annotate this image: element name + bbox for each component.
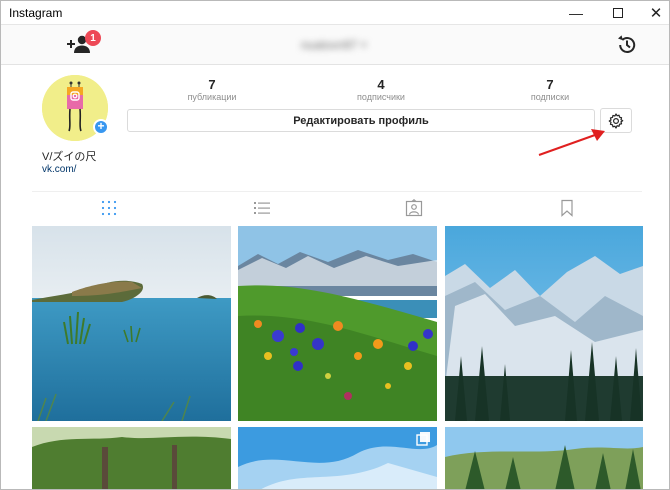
photo-tile-trees[interactable]: [445, 427, 643, 489]
profile-name: V/ズイの尺: [42, 151, 97, 163]
forest-photo: [32, 427, 231, 489]
add-story-button[interactable]: +: [93, 119, 109, 135]
trees-photo: [445, 427, 643, 489]
notification-badge: 1: [85, 30, 101, 46]
stat-followers-label: подписчики: [357, 92, 405, 102]
profile-tabs: [32, 191, 642, 223]
grid-icon[interactable]: [100, 199, 118, 217]
annotation-arrow-icon: [538, 129, 605, 156]
maximize-button[interactable]: [598, 1, 638, 25]
maximize-icon: [613, 8, 623, 18]
photo-tile-sky[interactable]: [238, 427, 437, 489]
minimize-button[interactable]: —: [556, 1, 596, 25]
list-icon[interactable]: [253, 199, 271, 217]
profile-link[interactable]: vk.com/: [42, 164, 76, 175]
bookmark-icon[interactable]: [558, 199, 576, 217]
lake-photo: [32, 226, 231, 421]
tagged-icon[interactable]: [405, 199, 423, 217]
stat-followers-value: 4: [377, 77, 385, 92]
stat-posts[interactable]: 7 публикации: [152, 77, 272, 103]
multiple-photos-icon: [416, 432, 430, 446]
edit-profile-button[interactable]: Редактировать профиль: [127, 109, 595, 132]
username-dropdown[interactable]: nuatovn97 ˅: [301, 38, 391, 52]
stat-followers[interactable]: 4 подписчики: [321, 77, 441, 103]
instagram-window: Instagram — ✕ 1 nuatovn97 ˅ + 7 публикац…: [0, 0, 670, 490]
stat-posts-label: публикации: [187, 92, 237, 102]
history-icon[interactable]: [615, 33, 639, 57]
app-header: 1 nuatovn97 ˅: [1, 25, 669, 65]
photo-tile-lake[interactable]: [32, 226, 231, 421]
stat-following-value: 7: [546, 77, 554, 92]
window-title: Instagram: [9, 6, 63, 20]
stat-following[interactable]: 7 подписки: [490, 77, 610, 103]
photo-tile-mountains[interactable]: [445, 226, 643, 421]
title-bar: Instagram — ✕: [1, 1, 669, 25]
photo-tile-meadow[interactable]: [238, 226, 437, 421]
close-button[interactable]: ✕: [636, 1, 669, 25]
stat-following-label: подписки: [530, 92, 570, 102]
photo-tile-forest[interactable]: [32, 427, 231, 489]
sky-photo: [238, 427, 437, 489]
meadow-photo: [238, 226, 437, 421]
stat-posts-value: 7: [208, 77, 216, 92]
mountains-photo: [445, 226, 643, 421]
